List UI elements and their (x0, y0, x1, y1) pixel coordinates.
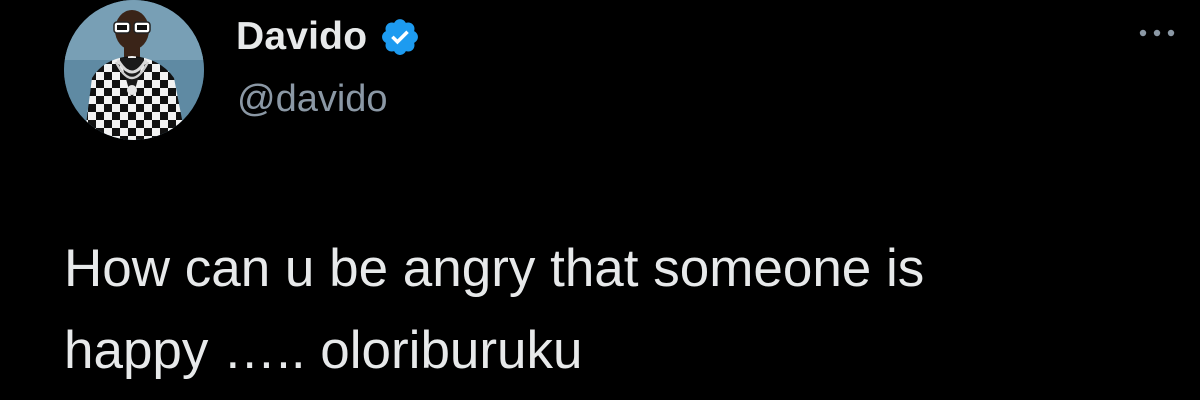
author-name-row: Davido (236, 12, 421, 62)
more-options-button[interactable] (1128, 18, 1186, 48)
author-avatar[interactable] (64, 0, 204, 140)
author-handle[interactable]: @davido (237, 78, 388, 121)
avatar-photo-icon (64, 0, 204, 140)
verified-badge-icon (379, 16, 421, 58)
tweet-card: Davido @davido How can u be angry that s… (0, 0, 1200, 400)
author-display-name[interactable]: Davido (236, 15, 367, 59)
more-dots-icon (1139, 29, 1175, 37)
tweet-text: How can u be angry that someone is happy… (64, 239, 925, 380)
